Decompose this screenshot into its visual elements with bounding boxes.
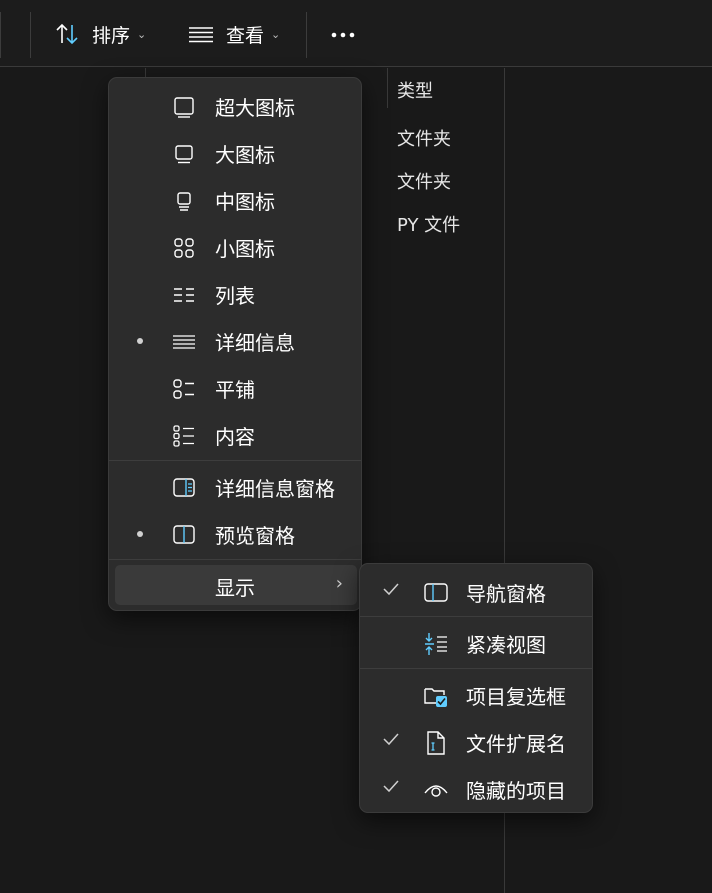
chevron-down-icon: ⌄ (271, 27, 281, 41)
menu-item-label: 列表 (215, 284, 255, 308)
menu-item-label: 小图标 (215, 237, 275, 261)
show-submenu: 导航窗格 紧凑视图 项目复选框 文件扩展名 隐藏的项目 (359, 563, 593, 813)
column-divider[interactable] (387, 68, 388, 108)
menu-item-tiles[interactable]: 平铺 (109, 365, 361, 411)
menu-item-preview-pane[interactable]: 预览窗格 (109, 511, 361, 557)
details-pane-icon (173, 478, 195, 497)
submenu-item-label: 紧凑视图 (466, 633, 546, 657)
sort-button[interactable]: 排序 ⌄ (54, 14, 146, 54)
submenu-item-label: 导航窗格 (466, 582, 546, 606)
sort-icon (56, 23, 78, 45)
submenu-item-navigation-pane[interactable]: 导航窗格 (360, 569, 592, 615)
menu-divider (360, 668, 592, 669)
menu-item-label: 详细信息 (215, 331, 295, 355)
menu-item-list[interactable]: 列表 (109, 271, 361, 317)
medium-icons-icon (177, 192, 191, 211)
checkmark-icon (383, 733, 399, 746)
chevron-down-icon: ⌄ (137, 27, 147, 41)
menu-item-label: 内容 (215, 425, 255, 449)
type-cell: 文件夹 (397, 129, 451, 150)
submenu-item-hidden-items[interactable]: 隐藏的项目 (360, 766, 592, 812)
menu-item-label: 平铺 (215, 378, 255, 402)
navigation-pane-icon (424, 583, 448, 602)
menu-item-show[interactable]: 显示 › (115, 565, 357, 605)
menu-item-small-icons[interactable]: 小图标 (109, 224, 361, 270)
submenu-item-file-extensions[interactable]: 文件扩展名 (360, 719, 592, 765)
menu-item-details-pane[interactable]: 详细信息窗格 (109, 464, 361, 510)
submenu-item-item-checkboxes[interactable]: 项目复选框 (360, 672, 592, 718)
details-icon (173, 335, 195, 349)
type-cell: PY 文件 (397, 215, 461, 236)
selected-indicator (137, 338, 143, 344)
submenu-item-label: 项目复选框 (466, 685, 566, 709)
menu-item-label: 中图标 (215, 190, 275, 214)
sort-label: 排序 (92, 24, 131, 47)
menu-item-label: 预览窗格 (215, 524, 295, 548)
view-menu: 超大图标 大图标 中图标 小图标 列表 详细信息 平铺 内容 详细信息窗格 预览… (108, 77, 362, 611)
menu-divider (109, 460, 361, 461)
menu-item-extra-large-icons[interactable]: 超大图标 (109, 83, 361, 129)
item-checkboxes-icon (424, 688, 447, 707)
toolbar-separator (0, 12, 1, 58)
menu-item-label: 大图标 (215, 143, 275, 167)
submenu-item-compact-view[interactable]: 紧凑视图 (360, 620, 592, 666)
column-header-type[interactable]: 类型 (397, 77, 433, 103)
checkmark-icon (383, 780, 399, 793)
type-cell: 文件夹 (397, 172, 451, 193)
list-icon (174, 288, 194, 302)
menu-item-label: 详细信息窗格 (215, 477, 335, 501)
menu-item-content[interactable]: 内容 (109, 412, 361, 458)
view-button[interactable]: 查看 ⌄ (188, 14, 280, 54)
large-icons-icon (175, 145, 193, 164)
checkmark-icon (383, 583, 399, 596)
submenu-item-label: 文件扩展名 (466, 732, 566, 756)
selected-indicator (137, 531, 143, 537)
menu-item-medium-icons[interactable]: 中图标 (109, 177, 361, 223)
command-bar: 排序 ⌄ 查看 ⌄ (0, 0, 712, 67)
submenu-item-label: 隐藏的项目 (466, 779, 566, 803)
menu-item-large-icons[interactable]: 大图标 (109, 130, 361, 176)
chevron-right-icon: › (335, 573, 343, 594)
menu-item-label: 显示 (215, 576, 255, 600)
toolbar-separator (306, 12, 307, 58)
view-details-icon (189, 27, 213, 43)
tiles-icon (173, 379, 194, 399)
preview-pane-icon (173, 525, 195, 544)
menu-divider (360, 616, 592, 617)
menu-item-label: 超大图标 (215, 96, 295, 120)
small-icons-icon (174, 238, 194, 258)
hidden-items-icon (424, 785, 448, 797)
file-extensions-icon (427, 731, 445, 755)
more-options-icon[interactable] (330, 22, 356, 48)
content-icon (173, 425, 194, 447)
compact-view-icon (425, 633, 447, 655)
menu-divider (109, 559, 361, 560)
toolbar-separator (30, 12, 31, 58)
extra-large-icons-icon (174, 97, 194, 118)
view-label: 查看 (226, 24, 265, 47)
menu-item-details[interactable]: 详细信息 (109, 318, 361, 364)
